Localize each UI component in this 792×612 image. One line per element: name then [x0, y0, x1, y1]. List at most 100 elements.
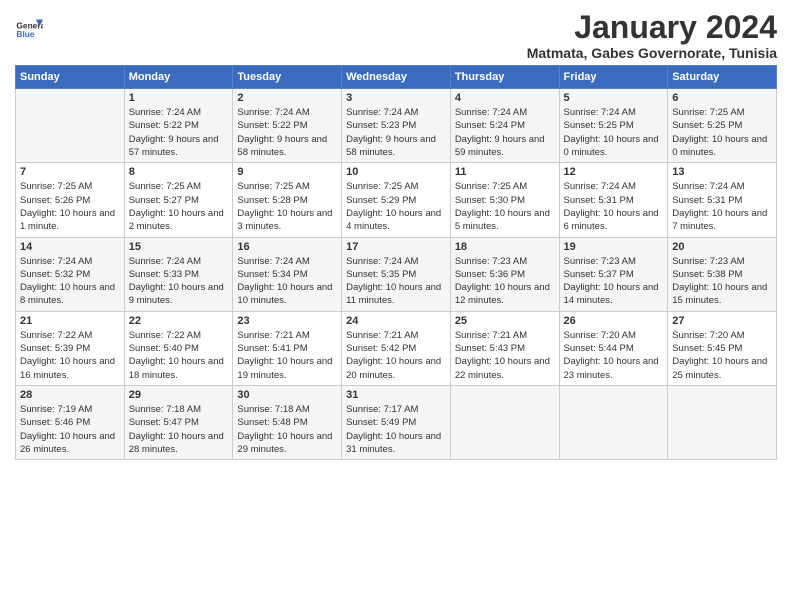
day-info: Sunrise: 7:24 AM Sunset: 5:33 PM Dayligh… [129, 255, 229, 308]
table-row: 25 Sunrise: 7:21 AM Sunset: 5:43 PM Dayl… [450, 311, 559, 385]
page-title: January 2024 [527, 10, 777, 45]
table-row: 30 Sunrise: 7:18 AM Sunset: 5:48 PM Dayl… [233, 385, 342, 459]
sunrise: Sunrise: 7:24 AM [20, 256, 92, 267]
daylight: Daylight: 10 hours and 28 minutes. [129, 431, 224, 455]
sunset: Sunset: 5:31 PM [672, 195, 742, 206]
daylight: Daylight: 10 hours and 29 minutes. [237, 431, 332, 455]
sunrise: Sunrise: 7:22 AM [20, 330, 92, 341]
table-row: 2 Sunrise: 7:24 AM Sunset: 5:22 PM Dayli… [233, 89, 342, 163]
sunset: Sunset: 5:25 PM [672, 120, 742, 131]
sunset: Sunset: 5:36 PM [455, 269, 525, 280]
table-row: 21 Sunrise: 7:22 AM Sunset: 5:39 PM Dayl… [16, 311, 125, 385]
sunrise: Sunrise: 7:25 AM [346, 181, 418, 192]
table-row: 23 Sunrise: 7:21 AM Sunset: 5:41 PM Dayl… [233, 311, 342, 385]
sunrise: Sunrise: 7:24 AM [672, 181, 744, 192]
sunrise: Sunrise: 7:21 AM [346, 330, 418, 341]
daylight: Daylight: 10 hours and 23 minutes. [564, 356, 659, 380]
sunset: Sunset: 5:41 PM [237, 343, 307, 354]
sunset: Sunset: 5:26 PM [20, 195, 90, 206]
day-number: 5 [564, 92, 664, 104]
sunset: Sunset: 5:23 PM [346, 120, 416, 131]
calendar-table: Sunday Monday Tuesday Wednesday Thursday… [15, 65, 777, 460]
title-block: January 2024 Matmata, Gabes Governorate,… [527, 10, 777, 61]
sunrise: Sunrise: 7:23 AM [455, 256, 527, 267]
day-info: Sunrise: 7:25 AM Sunset: 5:29 PM Dayligh… [346, 180, 446, 233]
daylight: Daylight: 10 hours and 0 minutes. [672, 134, 767, 158]
day-info: Sunrise: 7:24 AM Sunset: 5:22 PM Dayligh… [129, 106, 229, 159]
sunset: Sunset: 5:45 PM [672, 343, 742, 354]
day-info: Sunrise: 7:24 AM Sunset: 5:22 PM Dayligh… [237, 106, 337, 159]
day-info: Sunrise: 7:25 AM Sunset: 5:30 PM Dayligh… [455, 180, 555, 233]
day-number: 24 [346, 315, 446, 327]
day-number: 13 [672, 166, 772, 178]
daylight: Daylight: 10 hours and 26 minutes. [20, 431, 115, 455]
sunrise: Sunrise: 7:24 AM [237, 256, 309, 267]
table-row: 20 Sunrise: 7:23 AM Sunset: 5:38 PM Dayl… [668, 237, 777, 311]
day-number: 23 [237, 315, 337, 327]
daylight: Daylight: 10 hours and 8 minutes. [20, 282, 115, 306]
sunset: Sunset: 5:43 PM [455, 343, 525, 354]
logo: General Blue [15, 16, 43, 44]
sunrise: Sunrise: 7:24 AM [564, 181, 636, 192]
daylight: Daylight: 10 hours and 5 minutes. [455, 208, 550, 232]
day-number: 30 [237, 389, 337, 401]
sunrise: Sunrise: 7:24 AM [129, 256, 201, 267]
sunset: Sunset: 5:33 PM [129, 269, 199, 280]
col-wednesday: Wednesday [342, 66, 451, 89]
sunset: Sunset: 5:25 PM [564, 120, 634, 131]
table-row: 18 Sunrise: 7:23 AM Sunset: 5:36 PM Dayl… [450, 237, 559, 311]
table-row: 14 Sunrise: 7:24 AM Sunset: 5:32 PM Dayl… [16, 237, 125, 311]
daylight: Daylight: 10 hours and 4 minutes. [346, 208, 441, 232]
sunset: Sunset: 5:49 PM [346, 417, 416, 428]
daylight: Daylight: 10 hours and 20 minutes. [346, 356, 441, 380]
sunset: Sunset: 5:38 PM [672, 269, 742, 280]
sunrise: Sunrise: 7:24 AM [237, 107, 309, 118]
table-row: 4 Sunrise: 7:24 AM Sunset: 5:24 PM Dayli… [450, 89, 559, 163]
sunrise: Sunrise: 7:18 AM [129, 404, 201, 415]
day-number: 6 [672, 92, 772, 104]
daylight: Daylight: 10 hours and 6 minutes. [564, 208, 659, 232]
sunset: Sunset: 5:47 PM [129, 417, 199, 428]
sunset: Sunset: 5:29 PM [346, 195, 416, 206]
table-row: 10 Sunrise: 7:25 AM Sunset: 5:29 PM Dayl… [342, 163, 451, 237]
sunset: Sunset: 5:24 PM [455, 120, 525, 131]
daylight: Daylight: 10 hours and 3 minutes. [237, 208, 332, 232]
day-number: 31 [346, 389, 446, 401]
sunrise: Sunrise: 7:17 AM [346, 404, 418, 415]
table-row: 6 Sunrise: 7:25 AM Sunset: 5:25 PM Dayli… [668, 89, 777, 163]
header: General Blue January 2024 Matmata, Gabes… [15, 10, 777, 61]
table-row: 13 Sunrise: 7:24 AM Sunset: 5:31 PM Dayl… [668, 163, 777, 237]
day-number: 27 [672, 315, 772, 327]
calendar-week-row: 1 Sunrise: 7:24 AM Sunset: 5:22 PM Dayli… [16, 89, 777, 163]
table-row: 12 Sunrise: 7:24 AM Sunset: 5:31 PM Dayl… [559, 163, 668, 237]
sunset: Sunset: 5:22 PM [237, 120, 307, 131]
day-info: Sunrise: 7:25 AM Sunset: 5:27 PM Dayligh… [129, 180, 229, 233]
sunrise: Sunrise: 7:25 AM [20, 181, 92, 192]
day-number: 19 [564, 241, 664, 253]
daylight: Daylight: 10 hours and 19 minutes. [237, 356, 332, 380]
day-number: 22 [129, 315, 229, 327]
day-number: 29 [129, 389, 229, 401]
sunset: Sunset: 5:46 PM [20, 417, 90, 428]
calendar-header-row: Sunday Monday Tuesday Wednesday Thursday… [16, 66, 777, 89]
table-row [450, 385, 559, 459]
day-info: Sunrise: 7:24 AM Sunset: 5:25 PM Dayligh… [564, 106, 664, 159]
day-info: Sunrise: 7:23 AM Sunset: 5:38 PM Dayligh… [672, 255, 772, 308]
day-number: 16 [237, 241, 337, 253]
table-row: 15 Sunrise: 7:24 AM Sunset: 5:33 PM Dayl… [124, 237, 233, 311]
table-row [668, 385, 777, 459]
col-friday: Friday [559, 66, 668, 89]
page-container: General Blue January 2024 Matmata, Gabes… [0, 0, 792, 470]
day-info: Sunrise: 7:24 AM Sunset: 5:23 PM Dayligh… [346, 106, 446, 159]
day-number: 25 [455, 315, 555, 327]
calendar-week-row: 28 Sunrise: 7:19 AM Sunset: 5:46 PM Dayl… [16, 385, 777, 459]
table-row: 5 Sunrise: 7:24 AM Sunset: 5:25 PM Dayli… [559, 89, 668, 163]
daylight: Daylight: 10 hours and 12 minutes. [455, 282, 550, 306]
sunset: Sunset: 5:34 PM [237, 269, 307, 280]
sunrise: Sunrise: 7:20 AM [564, 330, 636, 341]
col-sunday: Sunday [16, 66, 125, 89]
sunset: Sunset: 5:40 PM [129, 343, 199, 354]
col-monday: Monday [124, 66, 233, 89]
sunrise: Sunrise: 7:18 AM [237, 404, 309, 415]
daylight: Daylight: 9 hours and 58 minutes. [346, 134, 436, 158]
